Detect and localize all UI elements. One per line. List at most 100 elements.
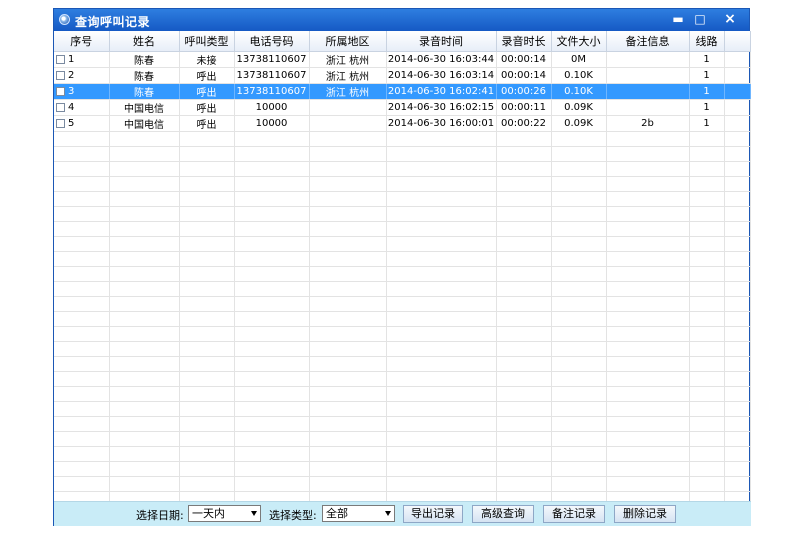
col-header-call-type[interactable]: 呼叫类型 [179,31,235,52]
delete-records-button[interactable]: 删除记录 [614,505,676,523]
empty-row [54,221,751,237]
row-region: 浙江 杭州 [309,83,387,100]
col-header-number[interactable]: 序号 [54,31,110,52]
col-header-file-size[interactable]: 文件大小 [551,31,607,52]
maximize-button[interactable]: □ [690,10,710,28]
empty-cell [179,371,235,387]
empty-cell [689,161,725,177]
empty-cell [234,236,310,252]
col-header-region[interactable]: 所属地区 [309,31,387,52]
empty-cell [309,401,387,417]
empty-cell [54,311,110,327]
row-checkbox[interactable] [56,102,65,112]
col-header-duration[interactable]: 录音时长 [496,31,552,52]
empty-cell [234,206,310,222]
export-records-button[interactable]: 导出记录 [403,505,463,523]
empty-cell [386,431,497,447]
empty-cell [109,176,180,192]
empty-cell [724,446,751,462]
empty-cell [689,371,725,387]
col-header-note[interactable]: 备注信息 [606,31,690,52]
minimize-button[interactable]: ▬ [668,10,688,28]
empty-cell [724,131,751,147]
row-region: 浙江 杭州 [309,51,387,68]
empty-cell [551,296,607,312]
empty-cell [54,476,110,492]
row-checkbox[interactable] [56,86,65,96]
empty-cell [179,176,235,192]
empty-cell [606,446,690,462]
empty-cell [551,386,607,402]
col-header-name[interactable]: 姓名 [109,31,180,52]
empty-cell [386,296,497,312]
col-header-record-time[interactable]: 录音时间 [386,31,497,52]
row-checkbox[interactable] [56,54,65,64]
row-checkbox[interactable] [56,118,65,128]
empty-cell [496,356,552,372]
empty-cell [724,67,751,84]
table-row[interactable]: 4 中国电信 呼出 10000 2014-06-30 16:02:15 00:00:11 0… [54,99,751,116]
empty-cell [606,251,690,267]
empty-cell [179,161,235,177]
empty-cell [109,311,180,327]
empty-cell [496,191,552,207]
empty-cell [54,371,110,387]
empty-cell [689,401,725,417]
empty-cell [606,131,690,147]
table-row[interactable]: 3 陈春 呼出 13738110607 浙江 杭州 2014-06-30 16:02:41… [54,83,751,100]
empty-cell [179,386,235,402]
advanced-search-button[interactable]: 高级查询 [472,505,534,523]
row-call-type: 呼出 [179,83,235,100]
empty-cell [109,371,180,387]
empty-cell [551,221,607,237]
empty-cell [551,461,607,477]
empty-cell [724,326,751,342]
empty-cell [234,476,310,492]
empty-cell [234,296,310,312]
row-note [606,67,690,84]
empty-cell [234,311,310,327]
table-row[interactable]: 2 陈春 呼出 13738110607 浙江 杭州 2014-06-30 16:03:14… [54,67,751,84]
empty-cell [309,341,387,357]
row-checkbox[interactable] [56,70,65,80]
empty-cell [551,131,607,147]
title-bar[interactable]: 查询呼叫记录 ▬ □ × [54,9,749,31]
empty-cell [54,146,110,162]
row-number-cell: 1 [54,51,110,68]
empty-cell [496,431,552,447]
empty-cell [496,461,552,477]
note-record-button[interactable]: 备注记录 [543,505,605,523]
col-header-phone[interactable]: 电话号码 [234,31,310,52]
row-number: 2 [68,70,75,81]
empty-row [54,206,751,222]
empty-cell [234,446,310,462]
row-call-type: 呼出 [179,115,235,132]
empty-cell [496,251,552,267]
empty-cell [689,281,725,297]
empty-cell [724,416,751,432]
row-name: 陈春 [109,67,180,84]
empty-cell [54,266,110,282]
empty-row [54,386,751,402]
table-row[interactable]: 5 中国电信 呼出 10000 2014-06-30 16:00:01 00:00:22 0… [54,115,751,132]
empty-cell [606,326,690,342]
table-row[interactable]: 1 陈春 未接 13738110607 浙江 杭州 2014-06-30 16:03:44… [54,51,751,68]
row-file-size: 0.09K [551,115,607,132]
empty-cell [234,416,310,432]
col-header-line[interactable]: 线路 [689,31,725,52]
empty-cell [724,236,751,252]
empty-cell [724,161,751,177]
empty-cell [179,221,235,237]
empty-cell [496,206,552,222]
date-select[interactable]: 一天内 [188,505,261,522]
empty-cell [309,311,387,327]
row-phone: 13738110607 [234,67,310,84]
close-button[interactable]: × [720,10,740,28]
empty-cell [724,176,751,192]
type-select[interactable]: 全部 [322,505,395,522]
empty-cell [234,281,310,297]
empty-cell [109,326,180,342]
empty-cell [551,191,607,207]
empty-row [54,431,751,447]
empty-cell [309,251,387,267]
